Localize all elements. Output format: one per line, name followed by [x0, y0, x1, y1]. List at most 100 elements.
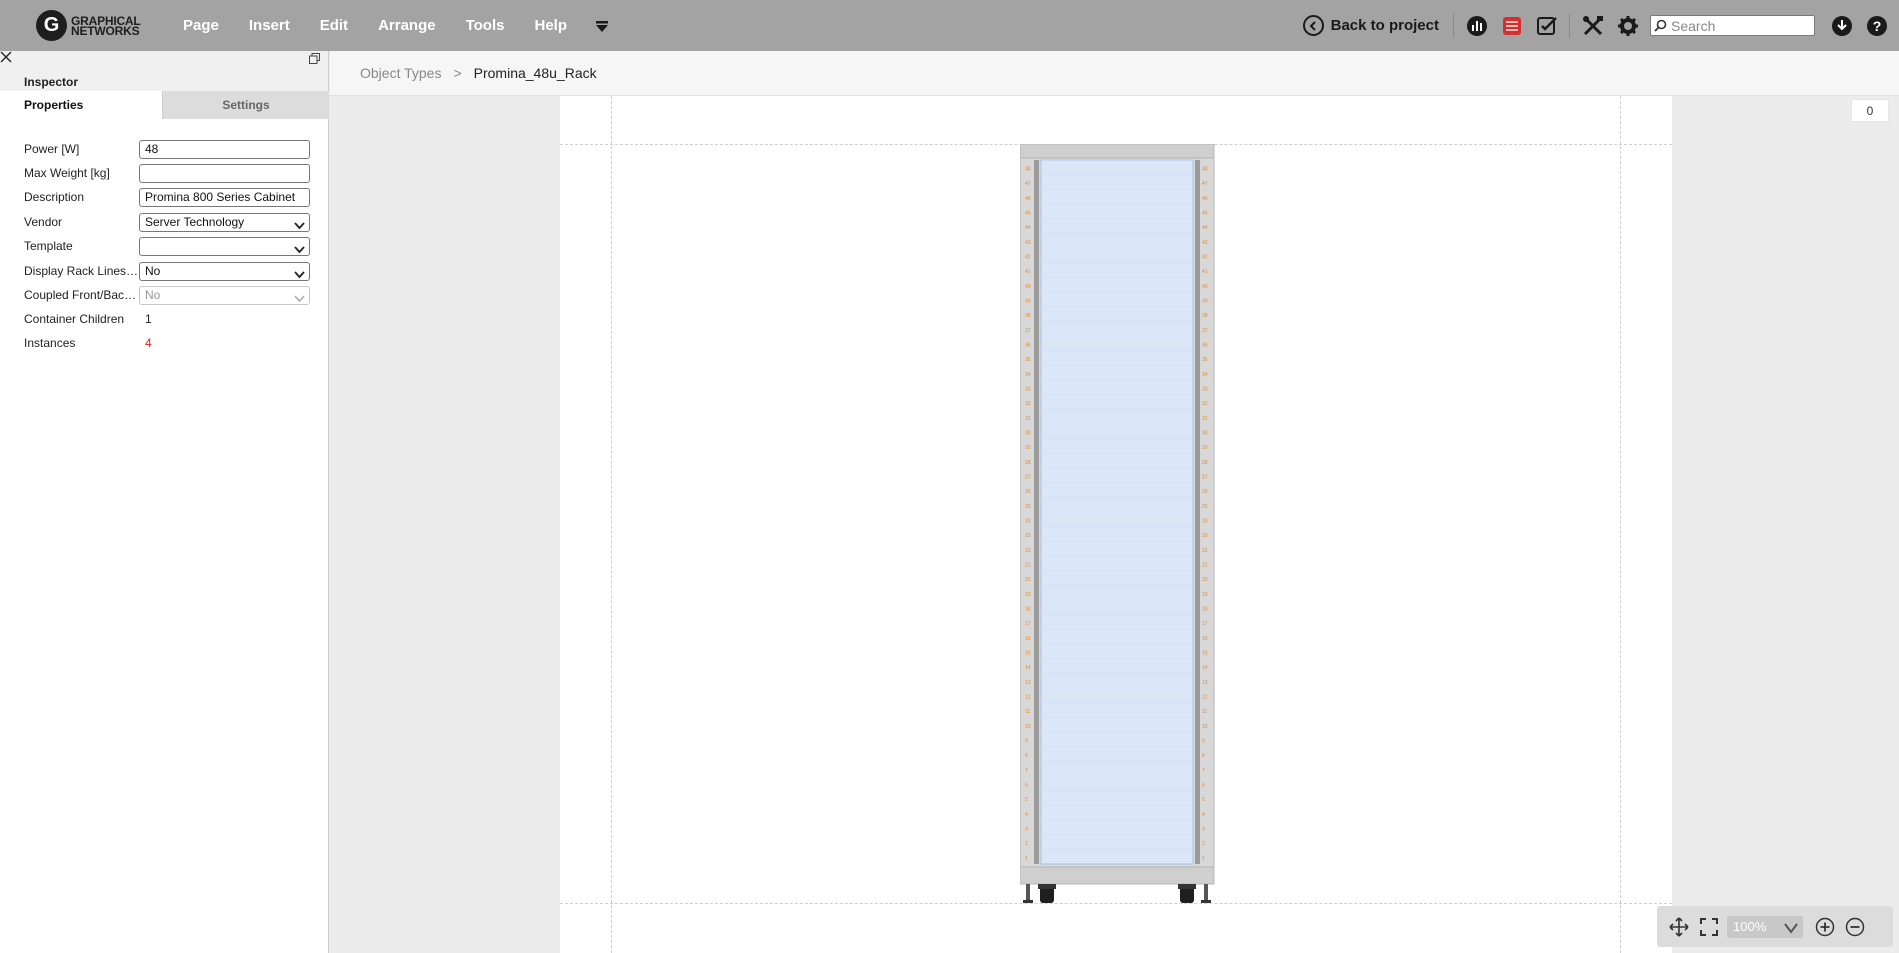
- search-box[interactable]: [1650, 15, 1815, 36]
- pan-icon[interactable]: [1667, 915, 1691, 939]
- rack-unit-label-right: 47: [1202, 181, 1208, 187]
- rack-unit-label-left: 44: [1025, 225, 1031, 231]
- rack-unit-label-left: 42: [1025, 255, 1031, 261]
- toolbar-divider: [1569, 13, 1570, 38]
- rack-unit-label-left: 9: [1025, 739, 1028, 745]
- coupled-value: No: [145, 287, 161, 302]
- template-select[interactable]: [139, 236, 310, 259]
- rack-unit-label-right: 37: [1202, 328, 1208, 334]
- rack-unit-label-left: 14: [1025, 665, 1031, 671]
- inspector-header: Inspector: [0, 51, 328, 91]
- container-children-value: 1: [145, 312, 152, 326]
- rack-unit-label-left: 46: [1025, 196, 1031, 202]
- menu-help[interactable]: Help: [534, 17, 567, 34]
- checklist-icon[interactable]: [1534, 13, 1560, 39]
- rack-unit-label-right: 43: [1202, 240, 1208, 246]
- inspector-tabs: Properties Settings: [0, 91, 329, 120]
- rack-unit-label-right: 5: [1202, 797, 1205, 803]
- rack-unit-label-right: 31: [1202, 416, 1208, 422]
- rack-caster-left: [1023, 884, 1056, 903]
- graphical-networks-logo[interactable]: G GRAPHICAL NETWORKS: [36, 10, 141, 41]
- close-icon[interactable]: [0, 51, 12, 63]
- page-margin-guide: [1620, 96, 1621, 953]
- search-input[interactable]: [1671, 17, 1811, 34]
- tab-properties[interactable]: Properties: [0, 91, 162, 120]
- vendor-select[interactable]: Server Technology: [139, 212, 310, 232]
- menu-tools[interactable]: Tools: [466, 17, 505, 34]
- template-row: Template: [24, 236, 310, 256]
- instances-row: Instances 4: [24, 333, 152, 353]
- menu-overflow-icon[interactable]: [593, 17, 611, 35]
- max-weight-field[interactable]: [139, 163, 310, 183]
- rack-right-rail: [1195, 160, 1200, 864]
- chevron-down-icon: [1783, 920, 1799, 942]
- rack-unit-label-right: 33: [1202, 387, 1208, 393]
- back-to-project-button[interactable]: Back to project: [1302, 15, 1439, 36]
- rack-unit-label-right: 14: [1202, 665, 1208, 671]
- rack-unit-label-left: 36: [1025, 343, 1031, 349]
- zoom-out-icon[interactable]: [1843, 915, 1867, 939]
- zoom-in-icon[interactable]: [1813, 915, 1837, 939]
- rack-unit-label-right: 42: [1202, 255, 1208, 261]
- tab-settings[interactable]: Settings: [162, 91, 329, 119]
- chevron-down-icon: [294, 242, 305, 259]
- rack-unit-label-right: 7: [1202, 768, 1205, 774]
- rack-unit-label-right: 15: [1202, 651, 1208, 657]
- rack-unit-label-left: 4: [1025, 812, 1028, 818]
- rack-unit-label-left: 33: [1025, 387, 1031, 393]
- rack-unit-label-left: 24: [1025, 519, 1031, 525]
- drawing-canvas[interactable]: 48 48 47 47 46 46 45 45 44 44 43 43 42 42 41 41 40 40 39 39…: [330, 96, 1899, 953]
- rack-48u-object[interactable]: 48 4847 4746 4645 4544 4443 4342 4241 4140 4039 39…: [1020, 144, 1220, 904]
- back-to-project-label: Back to project: [1330, 17, 1439, 34]
- rack-unit-label-right: 17: [1202, 621, 1208, 627]
- rack-unit-label-left: 32: [1025, 401, 1031, 407]
- rack-unit-label-left: 5: [1025, 797, 1028, 803]
- settings-icon[interactable]: [1615, 13, 1641, 39]
- rack-unit-label-left: 23: [1025, 533, 1031, 539]
- rack-unit-label-right: 20: [1202, 577, 1208, 583]
- rack-unit-label-left: 28: [1025, 460, 1031, 466]
- zoom-level-select[interactable]: 100%: [1727, 915, 1803, 938]
- power-field[interactable]: [139, 139, 310, 159]
- rack-unit-label-right: 38: [1202, 313, 1208, 319]
- rack-unit-label-left: 13: [1025, 680, 1031, 686]
- rack-unit-label-right: 9: [1202, 739, 1205, 745]
- menu-insert[interactable]: Insert: [249, 17, 290, 34]
- menu-arrange[interactable]: Arrange: [378, 17, 436, 34]
- rack-unit-label-right: 16: [1202, 636, 1208, 642]
- rack-unit-label-left: 27: [1025, 475, 1031, 481]
- fit-screen-icon[interactable]: [1697, 915, 1721, 939]
- tools-icon[interactable]: [1580, 13, 1606, 39]
- instances-value[interactable]: 4: [139, 336, 152, 350]
- top-toolbar: G GRAPHICAL NETWORKS Page Insert Edit Ar…: [0, 0, 1899, 51]
- rack-unit-label-right: 23: [1202, 533, 1208, 539]
- zoom-controls: 100%: [1657, 906, 1893, 947]
- rack-unit-label-right: 19: [1202, 592, 1208, 598]
- menu-edit[interactable]: Edit: [320, 17, 348, 34]
- rack-unit-label-left: 2: [1025, 841, 1028, 847]
- rack-unit-label-left: 8: [1025, 753, 1028, 759]
- canvas-page[interactable]: 48 48 47 47 46 46 45 45 44 44 43 43 42 42 41 41 40 40 39 39…: [560, 96, 1672, 953]
- rack-unit-label-right: 41: [1202, 269, 1208, 275]
- rack-unit-label-left: 45: [1025, 211, 1031, 217]
- report-icon[interactable]: [1499, 13, 1525, 39]
- dashboard-icon[interactable]: [1464, 13, 1490, 39]
- rack-unit-label-left: 40: [1025, 284, 1031, 290]
- rack-unit-label-left: 31: [1025, 416, 1031, 422]
- rack-unit-label-right: 12: [1202, 695, 1208, 701]
- rack-unit-label-right: 45: [1202, 211, 1208, 217]
- logo-text: GRAPHICAL NETWORKS: [71, 15, 141, 37]
- rack-unit-label-right: 2: [1202, 841, 1205, 847]
- rack-unit-label-left: 20: [1025, 577, 1031, 583]
- display-rack-lines-select[interactable]: No: [139, 261, 310, 281]
- breadcrumb-object-types[interactable]: Object Types: [360, 65, 441, 81]
- rack-unit-label-right: 44: [1202, 225, 1208, 231]
- rack-unit-label-right: 1: [1202, 856, 1205, 862]
- download-icon[interactable]: [1829, 13, 1855, 39]
- help-icon[interactable]: ?: [1864, 13, 1890, 39]
- rack-caster-right: [1178, 884, 1211, 903]
- description-field[interactable]: [139, 187, 310, 207]
- menu-page[interactable]: Page: [183, 17, 219, 34]
- breadcrumb: Object Types > Promina_48u_Rack: [330, 51, 1899, 96]
- popout-icon[interactable]: [309, 53, 320, 64]
